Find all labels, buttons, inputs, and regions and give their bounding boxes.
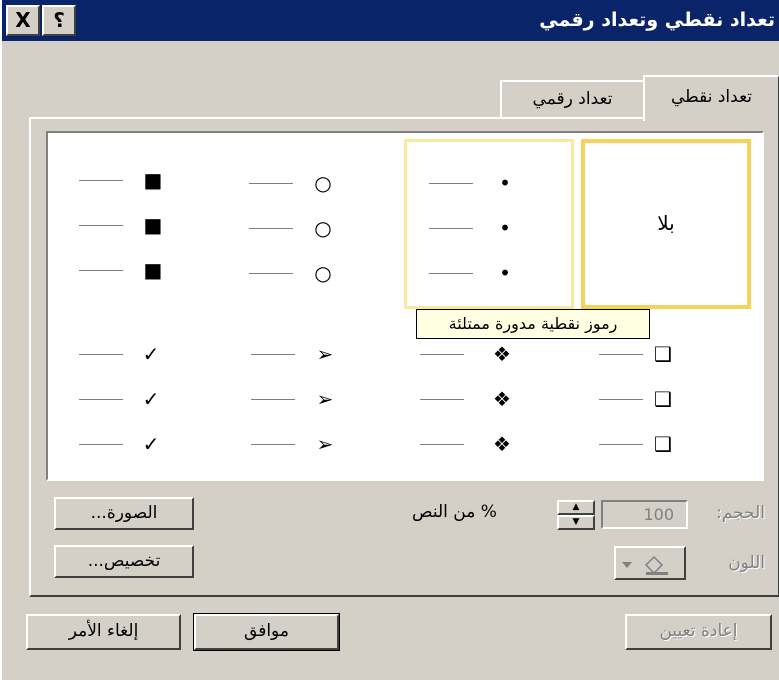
bullet-option-check-mark[interactable]: ✓ ✓ ✓ [63, 309, 233, 479]
filled-square-bullet-icon: ■ [143, 168, 163, 192]
bullet-gallery: بلا • • • ○ ○ ○ ■ ■ ■ ❑ ❑ ❑ ❖ ❖ ❖ ➢ ➢ ➢ … [46, 131, 764, 481]
four-diamond-bullet-icon: ❖ [493, 387, 511, 411]
bullet-option-hollow-round[interactable]: ○ ○ ○ [233, 139, 403, 309]
tab-bulleted[interactable]: تعداد نقطي [643, 75, 779, 121]
title-bar[interactable]: X ؟ تعداد نقطي وتعداد رقمي [2, 0, 779, 41]
tab-label: تعداد نقطي [671, 87, 752, 107]
spin-up-icon[interactable]: ▲ [557, 500, 595, 515]
four-diamond-bullet-icon: ❖ [493, 342, 511, 366]
ok-button[interactable]: موافق [193, 613, 340, 651]
shadowed-box-bullet-icon: ❑ [654, 432, 672, 456]
paint-bucket-icon [622, 555, 668, 575]
filled-square-bullet-icon: ■ [143, 213, 163, 237]
help-icon: ؟ [53, 8, 65, 32]
check-mark-bullet-icon: ✓ [142, 432, 160, 456]
window-title: تعداد نقطي وتعداد رقمي [539, 9, 775, 31]
bullet-option-filled-square[interactable]: ■ ■ ■ [63, 139, 233, 309]
bullet-option-none[interactable]: بلا [581, 139, 751, 309]
color-picker-button[interactable] [614, 546, 686, 580]
bullet-option-arrowhead[interactable]: ➢ ➢ ➢ [233, 309, 403, 479]
hollow-round-bullet-icon: ○ [314, 261, 332, 285]
customize-button[interactable]: تخصيص... [54, 545, 194, 578]
close-button[interactable]: X [6, 5, 40, 36]
filled-square-bullet-icon: ■ [143, 258, 163, 282]
arrowhead-bullet-icon: ➢ [316, 387, 334, 411]
picture-button[interactable]: الصورة... [54, 497, 194, 530]
shadowed-box-bullet-icon: ❑ [654, 387, 672, 411]
size-label: الحجم: [716, 503, 765, 523]
color-label: اللون [728, 553, 765, 573]
arrowhead-bullet-icon: ➢ [316, 342, 334, 366]
four-diamond-bullet-icon: ❖ [493, 432, 511, 456]
hollow-round-bullet-icon: ○ [314, 171, 332, 195]
filled-round-bullet-icon: • [499, 216, 511, 240]
none-label: بلا [657, 211, 675, 235]
hollow-round-bullet-icon: ○ [314, 216, 332, 240]
spin-down-icon[interactable]: ▼ [557, 515, 595, 530]
tab-label: تعداد رقمي [532, 89, 613, 109]
cancel-button[interactable]: إلغاء الأمر [26, 614, 181, 650]
check-mark-bullet-icon: ✓ [142, 387, 160, 411]
bullet-option-filled-round[interactable]: • • • [404, 139, 574, 309]
size-input[interactable]: 100 [601, 500, 688, 529]
tab-numbered[interactable]: تعداد رقمي [500, 80, 645, 117]
bullets-numbering-dialog: X ؟ تعداد نقطي وتعداد رقمي تعداد نقطي تع… [0, 0, 779, 680]
shadowed-box-bullet-icon: ❑ [654, 342, 672, 366]
filled-round-bullet-icon: • [499, 171, 511, 195]
size-spinner[interactable]: ▲ ▼ [557, 500, 595, 531]
close-icon: X [15, 8, 31, 32]
check-mark-bullet-icon: ✓ [142, 342, 160, 366]
size-suffix: % من النص [412, 502, 497, 522]
reset-button[interactable]: إعادة تعيين [625, 614, 772, 650]
filled-round-bullet-icon: • [499, 261, 511, 285]
help-button[interactable]: ؟ [42, 5, 76, 36]
gallery-tooltip: رموز نقطية مدورة ممتلئة [416, 309, 650, 339]
arrowhead-bullet-icon: ➢ [316, 432, 334, 456]
